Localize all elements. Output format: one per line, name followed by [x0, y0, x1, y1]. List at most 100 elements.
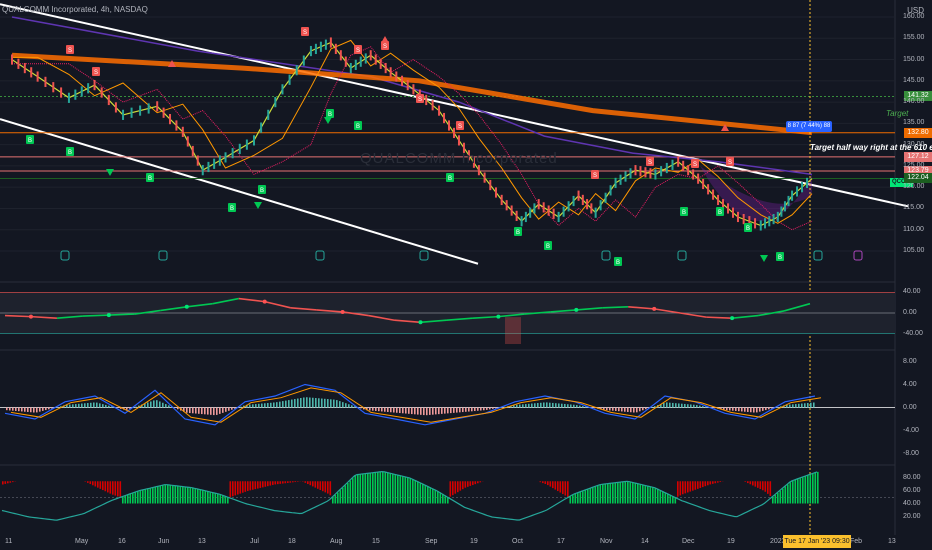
candle [122, 109, 125, 120]
macd-bar [9, 407, 11, 411]
sell-signal-label: S [68, 48, 72, 54]
macd-bar [813, 402, 815, 408]
candle [23, 62, 26, 74]
candle [682, 160, 685, 172]
candle [339, 50, 342, 61]
momentum-bar [467, 481, 469, 487]
candle [791, 190, 794, 201]
momentum-bar [249, 481, 252, 491]
macd-bar [441, 407, 443, 414]
candle [557, 211, 560, 223]
macd-bar [315, 398, 317, 408]
macd-bar [495, 407, 497, 409]
candle [147, 103, 150, 114]
momentum-bar [429, 487, 432, 504]
macd-bar [465, 407, 467, 412]
momentum-bar [7, 481, 9, 484]
osc-highlight [505, 317, 521, 344]
macd-bar [24, 407, 26, 412]
macd-bar [606, 407, 608, 411]
momentum-bar [662, 491, 664, 504]
momentum-bar [459, 481, 462, 491]
momentum-bar [802, 477, 804, 504]
momentum-bar [267, 481, 269, 487]
price-tick-label: 135.00 [903, 119, 925, 127]
momentum-bar [109, 481, 112, 494]
osc-segment [108, 313, 135, 316]
candle [801, 182, 804, 193]
momentum-bar [379, 471, 382, 504]
macd-bar [615, 407, 617, 411]
price-tick-label: 160.00 [903, 13, 925, 21]
momentum-bar [694, 481, 697, 490]
candle [238, 143, 241, 154]
momentum-bar [107, 481, 109, 493]
candle [384, 62, 387, 74]
momentum-bar [807, 475, 809, 504]
momentum-bar [324, 481, 327, 493]
momentum-bar [224, 496, 227, 504]
macd-bar [807, 403, 809, 408]
candle [80, 86, 83, 97]
osc-dot [262, 299, 267, 304]
osc-segment [602, 306, 629, 309]
candle [649, 168, 652, 179]
buy-signal-label: B [260, 188, 264, 194]
macd-bar [150, 401, 152, 408]
candle [677, 156, 680, 167]
macd-bar [777, 406, 779, 408]
time-tick-label: 18 [288, 538, 296, 545]
momentum-bar [354, 475, 357, 504]
macd-bar [312, 397, 314, 408]
macd-bar [6, 407, 8, 411]
osc-tick-label: 0.00 [903, 309, 917, 316]
macd-bar [273, 402, 275, 408]
momentum-bar [422, 483, 424, 504]
momentum-bar [189, 487, 192, 504]
momentum-bar [152, 487, 154, 504]
macd-bar [291, 399, 293, 408]
buy-signal-label: B [616, 260, 620, 266]
momentum-bar [124, 495, 127, 504]
macd-bar [39, 407, 41, 412]
macd-bar [405, 407, 407, 414]
macd-bar [168, 405, 170, 408]
macd-bar [96, 402, 98, 408]
macd-bar [582, 406, 584, 408]
macd-bar [462, 407, 464, 413]
momentum-bar [744, 481, 747, 482]
macd-bar [804, 403, 806, 408]
momentum-bar [229, 481, 232, 498]
momentum-bar [367, 473, 369, 504]
macd-bar [342, 402, 344, 408]
price-tick-label: 115.00 [903, 204, 924, 212]
macd-bar [534, 403, 536, 408]
candle [586, 199, 589, 210]
momentum-bar [654, 487, 657, 504]
candle [687, 165, 690, 176]
candle [252, 135, 255, 146]
macd-tick-label: 4.00 [903, 380, 917, 388]
buy-signal-label: B [778, 255, 782, 261]
macd-bar [21, 407, 23, 412]
macd-bar [153, 400, 155, 408]
momentum-bar [192, 487, 194, 504]
macd-bar [213, 407, 215, 416]
momentum-bar [424, 484, 427, 504]
momentum-bar [129, 494, 132, 504]
momentum-bar [632, 482, 634, 504]
momentum-bar [122, 496, 124, 504]
momentum-bar [412, 478, 414, 504]
momentum-bar [539, 481, 542, 483]
price-tick-label: 150.00 [903, 55, 925, 63]
macd-bar [108, 405, 110, 408]
candle [169, 114, 172, 125]
momentum-bar [472, 481, 474, 486]
macd-bar [429, 407, 431, 415]
momentum-bar [774, 494, 777, 504]
momentum-bar [234, 481, 237, 496]
momentum-bar [557, 481, 559, 492]
macd-bar [678, 403, 680, 408]
momentum-bar [172, 485, 174, 504]
osc-segment [82, 314, 109, 317]
